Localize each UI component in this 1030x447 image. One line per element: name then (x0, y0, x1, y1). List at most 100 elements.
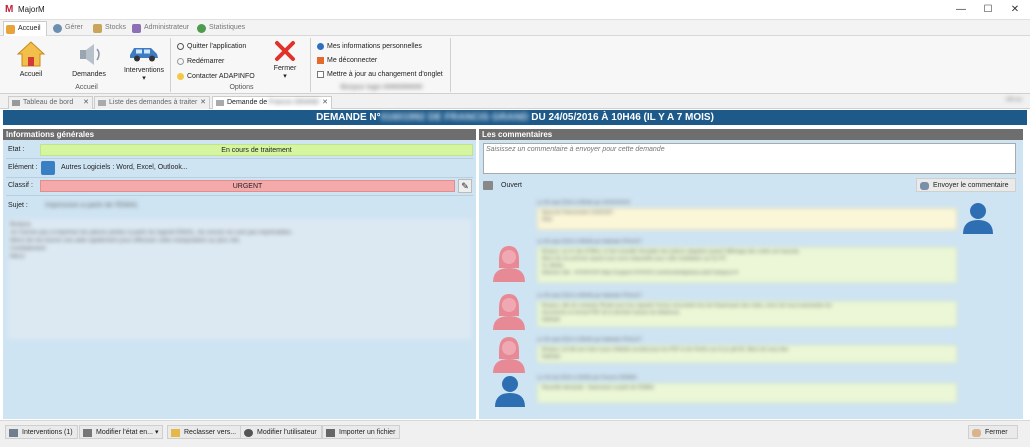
divider (6, 195, 473, 196)
tab-demande[interactable]: Demande de Francis GRAND ✕ (212, 96, 332, 109)
modifier-etat-button[interactable]: Modifier l'état en... ▾ (79, 425, 164, 439)
lightbulb-icon (177, 73, 184, 80)
pencil-icon: ✎ (461, 181, 469, 191)
comment-meta: Le 05 sept 2016 à 09h48 par Nathalie POU… (537, 239, 643, 245)
element-value: Autres Logiciels : Word, Excel, Outlook.… (61, 164, 188, 171)
software-icon (41, 161, 55, 175)
comment-line: Bonjour, sur le site d'Office, le fait c… (542, 249, 801, 255)
comment-line: Bonjour, afin de contacter Rivale pour l… (542, 303, 832, 309)
restart-icon (177, 58, 184, 65)
logout-icon (317, 57, 324, 64)
comment-meta: Le 24 mai 2016 à 10h46 par Francis GRAND (537, 375, 637, 381)
informations-title: Informations générales (3, 129, 476, 140)
chart-icon (197, 24, 206, 33)
info-icon (317, 43, 324, 50)
hand-icon (972, 429, 981, 437)
folder-icon (171, 429, 180, 437)
bottom-toolbar: Interventions (1) Modifier l'état en... … (0, 420, 1030, 447)
chevron-down-icon: ▾ (142, 75, 146, 82)
comment-meta: Le 05 sept 2016 à 09h48 par Nathalie POU… (537, 293, 643, 299)
body-line: Bonjour, (10, 222, 33, 228)
classif-label: Classif : (8, 182, 33, 189)
avatar-female-icon (493, 246, 525, 282)
user-icon (244, 429, 253, 437)
chevron-down-icon: ▾ (283, 73, 287, 80)
comment-line: RAS (542, 217, 553, 223)
car-icon (130, 48, 158, 62)
document-tabs: Tableau de bord ✕ Liste des demandes à t… (0, 94, 1030, 109)
comment-line: Adresse Site : ######### https://support… (542, 270, 738, 276)
lock-open-icon[interactable] (483, 181, 493, 190)
close-tab-icon[interactable]: ✕ (200, 97, 206, 109)
informations-panel: Informations générales Etat : En cours d… (3, 129, 476, 419)
avatar-male-icon (963, 203, 993, 234)
redemarrer-button[interactable]: Redémarrer (177, 57, 224, 66)
comment-line: Bonjour, j'ai fait une mise à jour d'Ado… (542, 347, 790, 353)
logged-user-label: Bonjour login ########## (340, 84, 423, 91)
comment-line: Nathalie (542, 317, 561, 323)
ribbon-group-options: Quitter l'application Redémarrer Contact… (173, 38, 311, 92)
close-tab-icon[interactable]: ✕ (83, 97, 89, 109)
dashboard-icon (12, 100, 20, 106)
element-label: Elément : (8, 164, 38, 171)
ribbon-group-label: Accueil (75, 84, 98, 91)
reclasser-button[interactable]: Reclasser vers... (167, 425, 242, 439)
admin-icon (132, 24, 141, 33)
status-ouvert: Ouvert (501, 182, 523, 189)
close-icon (275, 41, 295, 61)
comment-line: Nouvelle demande : Impression à partir d… (542, 385, 655, 391)
home-icon (6, 25, 15, 34)
deconnecter-button[interactable]: Me déconnecter (317, 56, 377, 65)
comment-bubble: Bonjour, afin de contacter Rivale pour l… (537, 301, 957, 327)
mes-infos-button[interactable]: Mes informations personnelles (317, 42, 422, 51)
menu-tab-administrateur[interactable]: Administrateur (130, 21, 192, 36)
avatar-male-icon (495, 376, 525, 407)
comment-input[interactable] (483, 143, 1016, 174)
interventions-button[interactable]: Interventions (1) (5, 425, 78, 439)
close-window-button[interactable]: ✕ (1004, 2, 1026, 18)
menu-tab-accueil[interactable]: Accueil (3, 21, 47, 36)
fermer-ribbon-button[interactable]: Fermer ▾ (265, 40, 305, 81)
importer-fichier-button[interactable]: Importer un fichier (322, 425, 401, 439)
quitter-button[interactable]: Quitter l'application (177, 42, 246, 51)
maximize-button[interactable]: ☐ (977, 2, 999, 18)
menu-bar: Accueil Gérer Stocks Administrateur Stat… (0, 20, 1030, 36)
menu-tab-gerer[interactable]: Gérer (51, 21, 89, 36)
demande-body: Bonjour, Je n'arrive pas à imprimer les … (8, 219, 471, 339)
comment-line: documents en format PDF de la dernière f… (542, 310, 681, 316)
gear-icon (53, 24, 62, 33)
comment-meta: Le 05 sept 2016 à 09h46 par ########## (537, 200, 631, 206)
status-info: 249 ms (1005, 97, 1022, 103)
fermer-button[interactable]: Fermer (968, 425, 1018, 439)
comment-bubble: Bonjour, j'ai fait une mise à jour d'Ado… (537, 345, 957, 363)
checkbox-icon (317, 71, 324, 78)
avatar-female-icon (493, 337, 525, 373)
interventions-dropdown-button[interactable]: Interventions ▾ (119, 40, 169, 83)
pencil-icon (83, 429, 92, 437)
accueil-button[interactable]: Accueil (11, 40, 51, 79)
divider (6, 158, 473, 159)
chevron-down-icon: ▾ (154, 429, 159, 436)
divider (6, 177, 473, 178)
ribbon-group-user: Mes informations personnelles Me déconne… (313, 38, 451, 92)
comment-line: Si, Adobe (542, 263, 564, 269)
minimize-button[interactable]: — (950, 2, 972, 18)
demandes-button[interactable]: Demandes (67, 40, 111, 79)
menu-tab-statistiques[interactable]: Statistiques (195, 21, 250, 36)
tab-liste-demandes[interactable]: Liste des demandes à traiter ✕ (94, 96, 210, 109)
home-icon (16, 41, 46, 67)
modifier-utilisateur-button[interactable]: Modifier l'utilisateur (240, 425, 322, 439)
avatar-female-icon (493, 294, 525, 330)
body-line: Merci (10, 254, 25, 260)
send-comment-button[interactable]: Envoyer le commentaire (916, 178, 1016, 192)
tools-icon (9, 429, 18, 437)
speaker-icon (98, 100, 106, 106)
close-tab-icon[interactable]: ✕ (322, 97, 328, 109)
ribbon: Accueil Demandes Interventions ▾ Accueil (0, 36, 1030, 94)
menu-tab-stocks[interactable]: Stocks (91, 21, 129, 36)
comment-bubble: Nouvelle demande : Impression à partir d… (537, 383, 957, 403)
maj-onglet-checkbox[interactable]: Mettre à jour au changement d'onglet (317, 70, 443, 79)
contacter-button[interactable]: Contacter ADAPINFO (177, 72, 255, 81)
edit-classif-button[interactable]: ✎ (458, 179, 472, 193)
tab-tableau-de-bord[interactable]: Tableau de bord ✕ (8, 96, 93, 109)
